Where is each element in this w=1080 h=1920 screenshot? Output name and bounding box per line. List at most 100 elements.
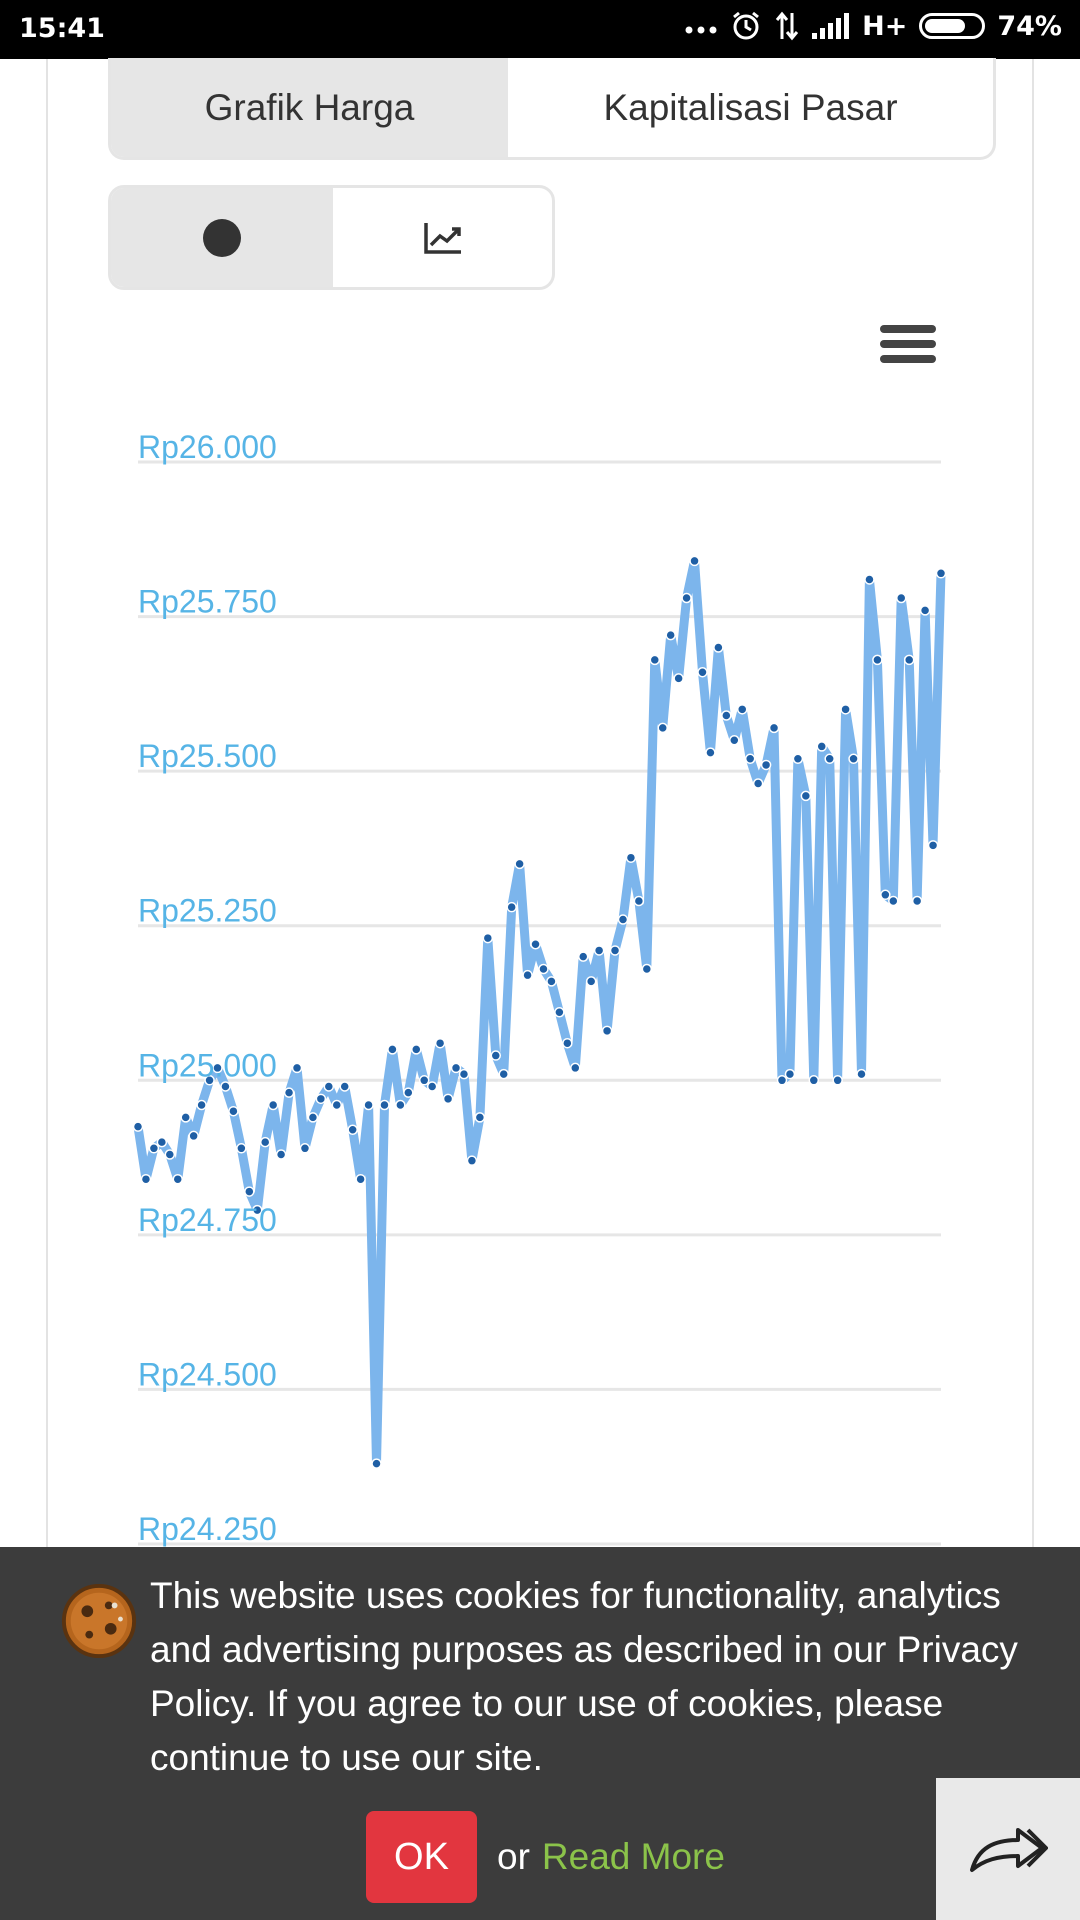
data-point[interactable] bbox=[307, 1112, 319, 1123]
data-point[interactable] bbox=[212, 1062, 223, 1074]
data-point[interactable] bbox=[570, 1062, 581, 1074]
data-point[interactable] bbox=[450, 1062, 462, 1074]
data-point[interactable] bbox=[339, 1081, 350, 1092]
data-point[interactable] bbox=[291, 1062, 303, 1074]
data-point[interactable] bbox=[220, 1081, 231, 1092]
data-point[interactable] bbox=[895, 592, 907, 604]
data-point[interactable] bbox=[888, 895, 899, 907]
data-point[interactable] bbox=[546, 976, 557, 987]
data-point[interactable] bbox=[188, 1130, 199, 1142]
data-point[interactable] bbox=[252, 1204, 263, 1216]
data-point[interactable] bbox=[164, 1149, 176, 1160]
data-point[interactable] bbox=[236, 1143, 247, 1154]
data-point[interactable] bbox=[752, 778, 764, 789]
data-point[interactable] bbox=[927, 840, 939, 851]
data-point[interactable] bbox=[681, 592, 692, 604]
data-point[interactable] bbox=[593, 945, 605, 956]
data-point[interactable] bbox=[514, 858, 525, 870]
data-point[interactable] bbox=[721, 710, 732, 721]
data-point[interactable] bbox=[872, 654, 883, 666]
data-point[interactable] bbox=[832, 1075, 843, 1086]
data-point[interactable] bbox=[482, 932, 494, 944]
data-point[interactable] bbox=[498, 1068, 509, 1080]
data-point[interactable] bbox=[903, 654, 915, 666]
hamburger-menu-icon[interactable] bbox=[880, 325, 936, 371]
data-point[interactable] bbox=[387, 1044, 398, 1055]
data-point[interactable] bbox=[697, 666, 708, 678]
data-point[interactable] bbox=[585, 976, 597, 987]
data-point[interactable] bbox=[411, 1044, 422, 1055]
data-point[interactable] bbox=[538, 963, 549, 975]
data-point[interactable] bbox=[673, 673, 684, 684]
data-point[interactable] bbox=[228, 1105, 239, 1117]
data-point[interactable] bbox=[657, 722, 668, 734]
data-point[interactable] bbox=[522, 969, 533, 981]
data-point[interactable] bbox=[792, 753, 804, 765]
data-point[interactable] bbox=[283, 1087, 295, 1098]
data-point[interactable] bbox=[172, 1173, 184, 1185]
data-point[interactable] bbox=[665, 629, 676, 641]
data-point[interactable] bbox=[331, 1099, 343, 1111]
data-point[interactable] bbox=[864, 574, 875, 585]
data-point[interactable] bbox=[180, 1112, 191, 1123]
data-point[interactable] bbox=[609, 945, 621, 956]
data-point[interactable] bbox=[148, 1143, 160, 1154]
data-point[interactable] bbox=[577, 951, 589, 962]
data-point[interactable] bbox=[204, 1075, 215, 1086]
data-point[interactable] bbox=[403, 1087, 414, 1098]
data-point[interactable] bbox=[156, 1136, 168, 1148]
data-point[interactable] bbox=[808, 1075, 820, 1086]
mode-line-button[interactable] bbox=[333, 188, 552, 287]
data-point[interactable] bbox=[442, 1093, 454, 1105]
data-point[interactable] bbox=[736, 704, 748, 715]
data-point[interactable] bbox=[315, 1093, 327, 1105]
data-point[interactable] bbox=[434, 1037, 446, 1049]
data-point[interactable] bbox=[259, 1136, 271, 1148]
data-point[interactable] bbox=[911, 895, 923, 907]
data-point[interactable] bbox=[840, 704, 851, 715]
data-point[interactable] bbox=[530, 939, 541, 950]
data-point[interactable] bbox=[816, 741, 827, 752]
data-point[interactable] bbox=[506, 901, 517, 913]
data-point[interactable] bbox=[418, 1075, 430, 1086]
data-point[interactable] bbox=[562, 1037, 573, 1049]
data-point[interactable] bbox=[744, 753, 756, 765]
data-point[interactable] bbox=[800, 790, 812, 802]
data-point[interactable] bbox=[140, 1173, 152, 1185]
data-point[interactable] bbox=[363, 1099, 374, 1111]
data-point[interactable] bbox=[275, 1149, 287, 1160]
data-point[interactable] bbox=[633, 895, 645, 907]
mode-dot-button[interactable] bbox=[111, 188, 333, 287]
data-point[interactable] bbox=[554, 1007, 565, 1018]
data-point[interactable] bbox=[784, 1068, 796, 1080]
data-point[interactable] bbox=[132, 1121, 144, 1132]
data-point[interactable] bbox=[768, 722, 780, 734]
read-more-link[interactable]: Read More bbox=[542, 1836, 725, 1878]
data-point[interactable] bbox=[641, 963, 653, 975]
data-point[interactable] bbox=[601, 1025, 613, 1037]
data-point[interactable] bbox=[713, 642, 724, 653]
data-point[interactable] bbox=[729, 734, 740, 746]
data-point[interactable] bbox=[689, 555, 700, 567]
data-point[interactable] bbox=[856, 1068, 867, 1080]
data-point[interactable] bbox=[617, 914, 629, 925]
data-point[interactable] bbox=[880, 889, 891, 901]
data-point[interactable] bbox=[824, 753, 835, 765]
data-point[interactable] bbox=[299, 1143, 311, 1154]
ok-button[interactable]: OK bbox=[366, 1811, 477, 1903]
data-point[interactable] bbox=[776, 1075, 788, 1086]
tab-market-cap[interactable]: Kapitalisasi Pasar bbox=[508, 58, 993, 157]
data-point[interactable] bbox=[705, 747, 716, 758]
data-point[interactable] bbox=[625, 852, 637, 863]
tab-price-chart[interactable]: Grafik Harga bbox=[111, 58, 508, 157]
data-point[interactable] bbox=[848, 753, 859, 765]
data-point[interactable] bbox=[379, 1099, 390, 1111]
data-point[interactable] bbox=[426, 1081, 438, 1092]
data-point[interactable] bbox=[355, 1173, 366, 1185]
data-point[interactable] bbox=[935, 568, 947, 579]
data-point[interactable] bbox=[267, 1099, 279, 1111]
data-point[interactable] bbox=[466, 1155, 478, 1166]
data-point[interactable] bbox=[474, 1112, 486, 1123]
share-button[interactable] bbox=[936, 1778, 1080, 1920]
data-point[interactable] bbox=[760, 759, 772, 771]
